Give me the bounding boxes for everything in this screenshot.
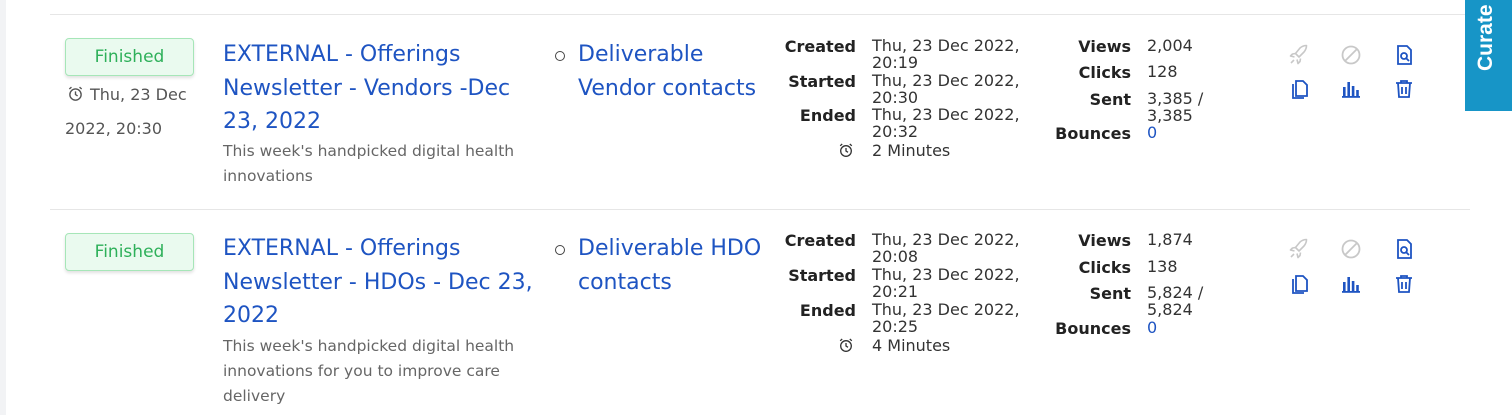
started-label: Started	[788, 266, 856, 285]
left-edge	[0, 0, 6, 415]
ended-label: Ended	[799, 106, 856, 125]
recipient-lists: Deliverable Vendor contacts	[555, 38, 765, 105]
created-value: Thu, 23 Dec 2022, 20:19	[872, 37, 1032, 71]
views-value: 2,004	[1147, 36, 1193, 55]
list-name-line: Vendor contacts	[578, 75, 757, 101]
bounces-link[interactable]: 0	[1147, 319, 1237, 336]
recipient-list-link[interactable]: Deliverable HDO contacts	[555, 232, 765, 299]
alarm-clock-icon	[839, 338, 853, 352]
views-label: Views	[1078, 231, 1131, 250]
bullet-icon	[555, 51, 565, 61]
sent-value: 3,385 /3,385	[1147, 90, 1237, 124]
title-line: 23, 2022	[223, 109, 321, 134]
views-label: Views	[1078, 37, 1131, 56]
cancel-icon[interactable]	[1339, 43, 1363, 67]
title-line: Newsletter - Vendors -Dec	[223, 75, 511, 101]
copy-icon[interactable]	[1287, 77, 1311, 101]
campaign-title-link[interactable]: EXTERNAL - Offerings Newsletter - HDOs -…	[223, 232, 543, 333]
created-label: Created	[784, 37, 856, 56]
recipient-list-link[interactable]: Deliverable Vendor contacts	[555, 38, 765, 105]
preview-icon[interactable]	[1392, 237, 1416, 261]
sent-value: 5,824 /5,824	[1147, 284, 1237, 318]
created-date: Thu, 23 Dec 2022,	[872, 230, 1020, 249]
started-value: Thu, 23 Dec 2022, 20:21	[872, 266, 1032, 300]
trash-icon[interactable]	[1392, 77, 1416, 101]
ended-time: 20:25	[872, 317, 919, 336]
sent-total: 5,824	[1147, 300, 1193, 319]
ended-date: Thu, 23 Dec 2022,	[872, 300, 1020, 319]
sent-label: Sent	[1089, 90, 1131, 109]
scheduled-date-part2: 2022, 20:30	[65, 119, 162, 138]
created-label: Created	[784, 231, 856, 250]
ended-value: Thu, 23 Dec 2022, 20:32	[872, 106, 1032, 140]
description-line: This week's handpicked digital health	[223, 142, 515, 160]
clicks-value: 128	[1147, 62, 1178, 81]
started-date: Thu, 23 Dec 2022,	[872, 71, 1020, 90]
copy-icon[interactable]	[1287, 272, 1311, 296]
created-value: Thu, 23 Dec 2022, 20:08	[872, 231, 1032, 265]
started-value: Thu, 23 Dec 2022, 20:30	[872, 72, 1032, 106]
title-line: 2022	[223, 303, 279, 328]
started-date: Thu, 23 Dec 2022,	[872, 265, 1020, 284]
alarm-clock-icon	[68, 86, 83, 101]
campaign-title-link[interactable]: EXTERNAL - Offerings Newsletter - Vendor…	[223, 38, 543, 139]
started-label: Started	[788, 72, 856, 91]
rocket-icon[interactable]	[1287, 237, 1311, 261]
curate-side-tab[interactable]: Curate	[1465, 0, 1512, 111]
list-name-line: Deliverable HDO	[578, 236, 762, 261]
bounces-label: Bounces	[1055, 319, 1131, 338]
started-time: 20:30	[872, 88, 919, 107]
row-divider	[50, 209, 1470, 210]
scheduled-date-part1: Thu, 23 Dec	[90, 85, 187, 104]
preview-icon[interactable]	[1392, 43, 1416, 67]
list-name-line: Deliverable	[578, 42, 704, 67]
ended-value: Thu, 23 Dec 2022, 20:25	[872, 301, 1032, 335]
description-line: This week's handpicked digital health	[223, 337, 515, 355]
stats-icon[interactable]	[1339, 77, 1363, 101]
alarm-clock-icon	[839, 143, 853, 157]
ended-time: 20:32	[872, 122, 919, 141]
views-value: 1,874	[1147, 230, 1193, 249]
title-line: Newsletter - HDOs - Dec 23,	[223, 269, 533, 295]
rocket-icon[interactable]	[1287, 43, 1311, 67]
ended-date: Thu, 23 Dec 2022,	[872, 105, 1020, 124]
list-name-line: contacts	[578, 269, 672, 295]
started-time: 20:21	[872, 282, 919, 301]
status-badge: Finished	[65, 233, 194, 271]
title-line: EXTERNAL - Offerings	[223, 42, 461, 67]
side-tab-label: Curate	[1474, 4, 1497, 71]
title-line: EXTERNAL - Offerings	[223, 236, 461, 261]
trash-icon[interactable]	[1392, 272, 1416, 296]
cancel-icon[interactable]	[1339, 237, 1363, 261]
description-line: delivery	[223, 387, 286, 405]
sent-label: Sent	[1089, 284, 1131, 303]
created-date: Thu, 23 Dec 2022,	[872, 36, 1020, 55]
bounces-label: Bounces	[1055, 124, 1131, 143]
clicks-label: Clicks	[1078, 63, 1131, 82]
description-line: innovations	[223, 167, 313, 185]
bullet-icon	[555, 245, 565, 255]
sent-count: 5,824 /	[1147, 283, 1204, 302]
duration-value: 4 Minutes	[872, 336, 951, 355]
scheduled-time: Thu, 23 Dec 2022, 20:30	[65, 78, 205, 146]
created-time: 20:19	[872, 53, 919, 72]
campaign-description: This week's handpicked digital health in…	[223, 139, 553, 189]
bounces-link[interactable]: 0	[1147, 124, 1237, 141]
status-badge: Finished	[65, 38, 194, 76]
recipient-lists: Deliverable HDO contacts	[555, 232, 765, 299]
created-time: 20:08	[872, 247, 919, 266]
description-line: innovations for you to improve care	[223, 362, 500, 380]
row-divider	[50, 14, 1470, 15]
sent-count: 3,385 /	[1147, 89, 1204, 108]
clicks-value: 138	[1147, 257, 1178, 276]
ended-label: Ended	[799, 301, 856, 320]
clicks-label: Clicks	[1078, 258, 1131, 277]
sent-total: 3,385	[1147, 106, 1193, 125]
duration-value: 2 Minutes	[872, 141, 951, 160]
stats-icon[interactable]	[1339, 272, 1363, 296]
campaign-description: This week's handpicked digital health in…	[223, 334, 553, 409]
